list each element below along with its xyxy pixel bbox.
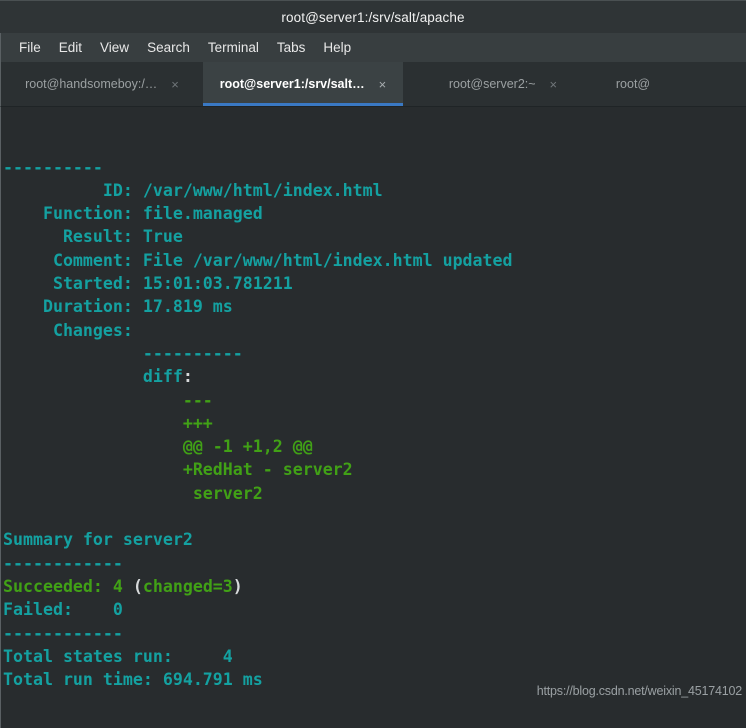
terminal-line: --- (3, 389, 746, 412)
terminal-line: Summary for server2 (3, 528, 746, 551)
terminal-text: Duration: 17.819 ms (3, 297, 233, 317)
menu-item-help[interactable]: Help (314, 38, 360, 57)
terminal-line: +++ (3, 412, 746, 435)
tab-close-icon[interactable]: × (171, 78, 179, 91)
terminal-text: +++ (3, 413, 213, 433)
terminal-line: ID: /var/www/html/index.html (3, 179, 746, 202)
terminal-text: Result: True (3, 227, 183, 247)
tab-1[interactable]: root@server1:/srv/salt… × (203, 62, 403, 106)
terminal-text: changed=3 (142, 576, 233, 596)
terminal-line: Result: True (3, 225, 746, 248)
terminal-line: Changes: (3, 319, 746, 342)
terminal-line: ------------ (3, 622, 746, 645)
terminal-line: Comment: File /var/www/html/index.html u… (3, 249, 746, 272)
window-title: root@server1:/srv/salt/apache (281, 9, 465, 25)
terminal-line: ------------ (3, 552, 746, 575)
menu-item-terminal[interactable]: Terminal (199, 38, 268, 57)
terminal-line: Total run time: 694.791 ms (3, 668, 746, 691)
terminal-text: Comment: File /var/www/html/index.html u… (3, 250, 513, 270)
terminal-line: Succeeded: 4 (changed=3) (3, 575, 746, 598)
menu-item-view[interactable]: View (91, 38, 138, 57)
terminal-text: diff (3, 367, 183, 387)
tab-close-icon[interactable]: × (550, 78, 558, 91)
tab-label: root@server1:/srv/salt… (219, 77, 365, 91)
terminal-text: Summary for server2 (3, 530, 193, 550)
terminal-text: Changes: (3, 320, 133, 340)
terminal-text: Started: 15:01:03.781211 (3, 274, 293, 294)
tab-2[interactable]: root@server2:~ × (403, 62, 603, 106)
terminal-line: Failed: 0 (3, 598, 746, 621)
terminal-text: ---------- (3, 343, 243, 363)
terminal-line: +RedHat - server2 (3, 458, 746, 481)
terminal-text: Succeeded: 4 (3, 576, 133, 596)
terminal-text: ) (232, 576, 243, 596)
terminal-text: server2 (3, 483, 263, 503)
terminal-text: +RedHat - server2 (3, 460, 353, 480)
terminal-text: ------------ (3, 623, 123, 643)
terminal-text: ------------ (3, 553, 123, 573)
menu-item-search[interactable]: Search (138, 38, 199, 57)
window-titlebar: root@server1:/srv/salt/apache (0, 0, 746, 33)
tab-3[interactable]: root@ (603, 62, 663, 106)
terminal-lines: ---------- ID: /var/www/html/index.html … (3, 156, 746, 692)
terminal-window: root@server1:/srv/salt/apache File Edit Vi… (0, 0, 746, 728)
menu-item-tabs[interactable]: Tabs (268, 38, 315, 57)
terminal-line: Total states run: 4 (3, 645, 746, 668)
terminal-line: server2 (3, 482, 746, 505)
terminal-line: Started: 15:01:03.781211 (3, 272, 746, 295)
terminal-line: ---------- (3, 156, 746, 179)
terminal-line: diff: (3, 365, 746, 388)
tab-label: root@ (615, 77, 651, 91)
terminal-line: Function: file.managed (3, 202, 746, 225)
tab-0[interactable]: root@handsomeboy:/… × (1, 62, 203, 106)
terminal-text: --- (3, 390, 213, 410)
terminal-text: ---------- (3, 157, 103, 177)
tab-bar: root@handsomeboy:/… × root@server1:/srv/sa… (0, 62, 746, 107)
tab-label: root@server2:~ (448, 77, 536, 91)
tab-label: root@handsomeboy:/… (25, 77, 158, 91)
menu-item-file[interactable]: File (10, 38, 50, 57)
terminal-line: Duration: 17.819 ms (3, 295, 746, 318)
menu-item-edit[interactable]: Edit (50, 38, 91, 57)
terminal-line: @@ -1 +1,2 @@ (3, 435, 746, 458)
terminal-output[interactable]: ---------- ID: /var/www/html/index.html … (0, 107, 746, 728)
terminal-text: Total run time: 694.791 ms (3, 670, 263, 690)
terminal-text: Total states run: 4 (3, 646, 233, 666)
terminal-text: ( (132, 576, 143, 596)
terminal-text: ID: /var/www/html/index.html (3, 180, 383, 200)
menu-bar: File Edit View Search Terminal Tabs Help (0, 33, 746, 62)
terminal-text: Function: file.managed (3, 204, 263, 224)
terminal-text: Failed: 0 (3, 600, 123, 620)
terminal-text: @@ -1 +1,2 @@ (3, 437, 313, 457)
tab-close-icon[interactable]: × (379, 78, 387, 91)
terminal-line: ---------- (3, 342, 746, 365)
terminal-text: : (182, 367, 193, 387)
